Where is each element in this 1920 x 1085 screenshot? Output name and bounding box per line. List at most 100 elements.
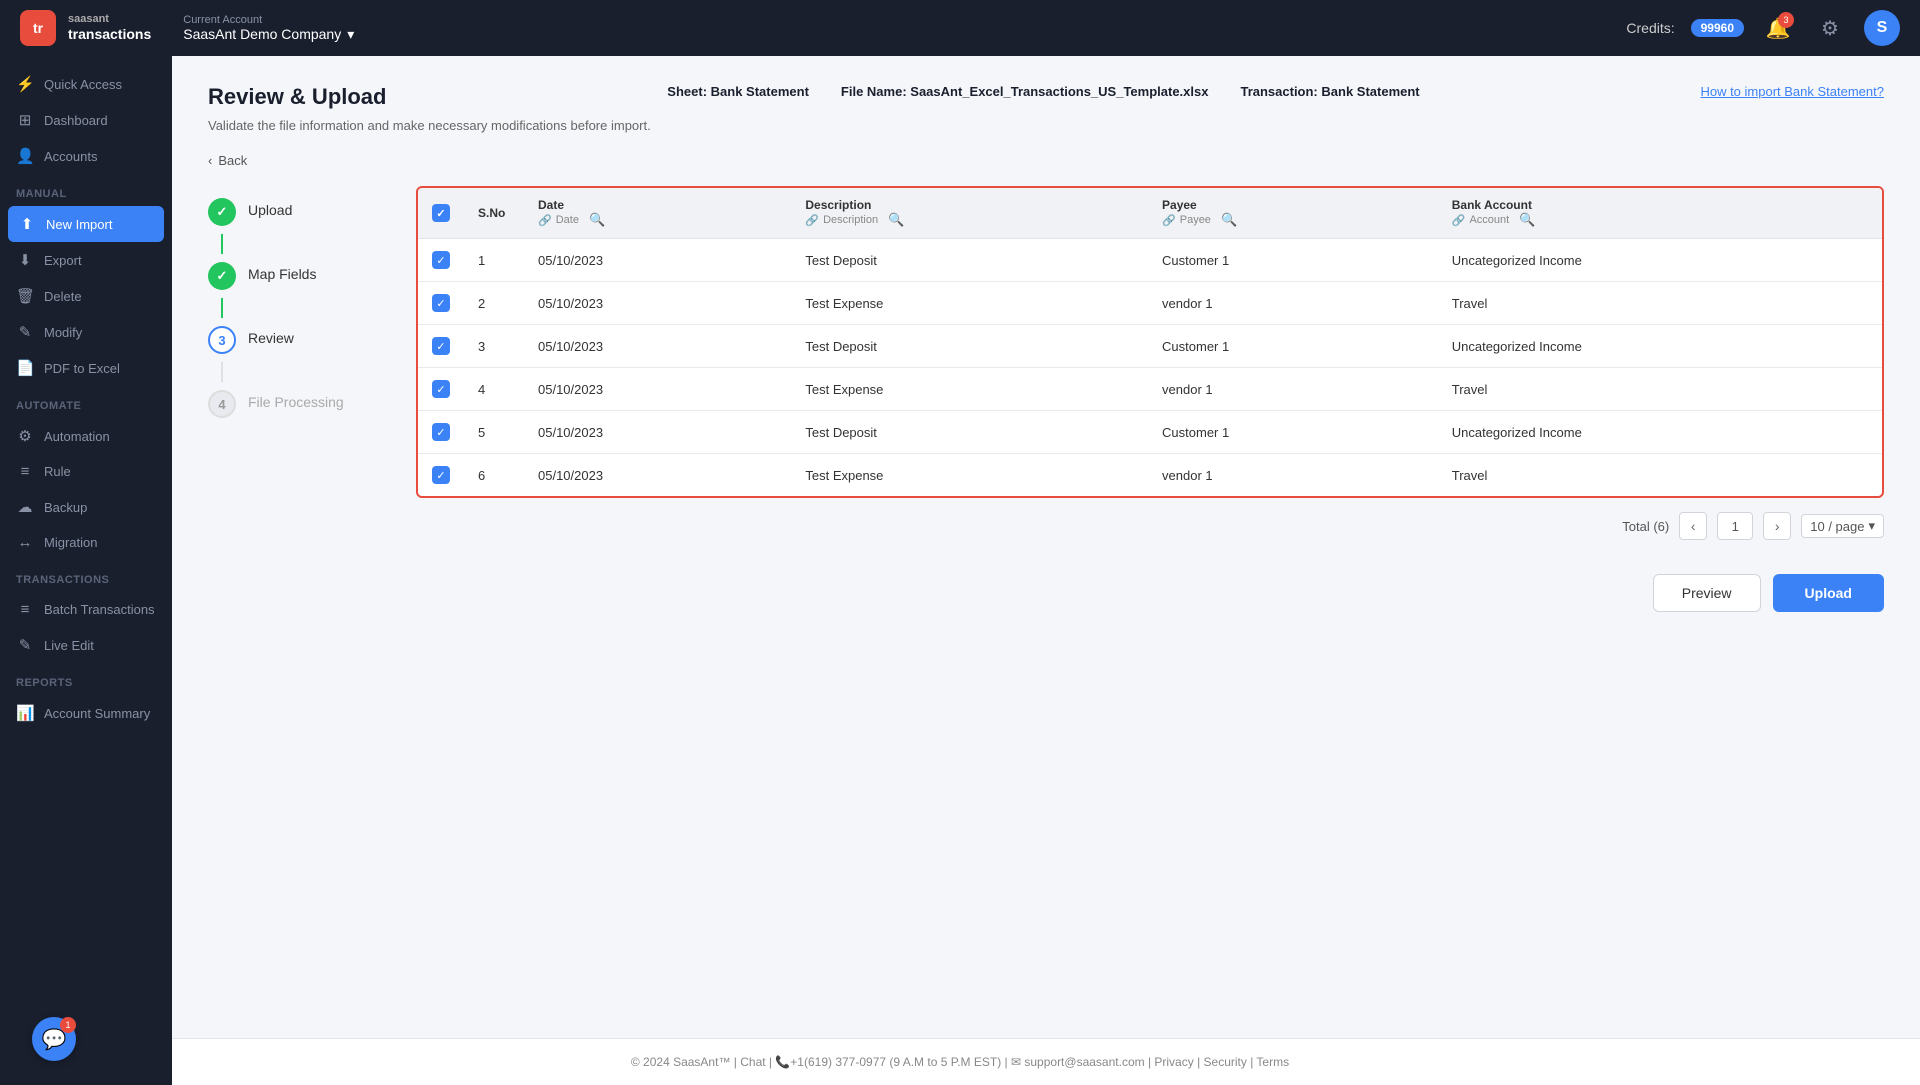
step-circle-map: ✓ (208, 262, 236, 290)
row-bank-account: Uncategorized Income (1438, 325, 1882, 368)
backup-icon: ☁ (16, 498, 34, 516)
sidebar-item-new-import[interactable]: ⬆ New Import (8, 206, 164, 242)
row-date: 05/10/2023 (524, 454, 791, 497)
row-checkbox[interactable]: ✓ (432, 337, 450, 355)
sidebar-item-label: Rule (44, 464, 71, 479)
app-name: saasant transactions (68, 13, 151, 43)
sheet-value: Bank Statement (711, 84, 809, 99)
row-date: 05/10/2023 (524, 368, 791, 411)
row-checkbox[interactable]: ✓ (432, 466, 450, 484)
sidebar-item-accounts[interactable]: 👤 Accounts (0, 138, 172, 174)
sidebar-item-batch-transactions[interactable]: ≡ Batch Transactions (0, 592, 172, 627)
next-page-button[interactable]: › (1763, 512, 1791, 540)
footer-text: © 2024 SaasAnt™ | Chat | 📞+1(619) 377-09… (631, 1055, 1289, 1069)
sidebar-item-quick-access[interactable]: ⚡ Quick Access (0, 66, 172, 102)
per-page-select[interactable]: 10 / page ▾ (1801, 514, 1884, 538)
chevron-down-icon: ▾ (347, 26, 354, 43)
row-description: Test Deposit (791, 325, 1148, 368)
row-description: Test Expense (791, 368, 1148, 411)
select-all-checkbox[interactable]: ✓ (432, 204, 450, 222)
row-checkbox[interactable]: ✓ (432, 251, 450, 269)
sidebar-item-label: New Import (46, 217, 112, 232)
sidebar-item-delete[interactable]: 🗑 Delete (0, 278, 172, 314)
logo: tr (20, 10, 56, 46)
row-payee: vendor 1 (1148, 368, 1438, 411)
back-label: Back (218, 153, 247, 168)
table-row: ✓ 2 05/10/2023 Test Expense vendor 1 Tra… (418, 282, 1882, 325)
notifications-button[interactable]: 🔔 3 (1760, 10, 1796, 46)
new-import-icon: ⬆ (18, 215, 36, 233)
batch-icon: ≡ (16, 601, 34, 618)
step-connector-1 (221, 234, 223, 254)
sidebar-item-label: Quick Access (44, 77, 122, 92)
row-checkbox[interactable]: ✓ (432, 294, 450, 312)
avatar[interactable]: S (1864, 10, 1900, 46)
row-sno: 4 (464, 368, 524, 411)
review-layout: ✓ Upload ✓ Map Fields 3 Review (208, 186, 1884, 612)
step-label-review: Review (248, 326, 294, 346)
back-button[interactable]: ‹ Back (208, 153, 247, 168)
chat-bubble[interactable]: 💬 1 (32, 1017, 76, 1061)
row-bank-account: Travel (1438, 368, 1882, 411)
row-date: 05/10/2023 (524, 239, 791, 282)
step-label-map: Map Fields (248, 262, 316, 282)
row-checkbox-cell: ✓ (418, 411, 464, 454)
sidebar-item-rule[interactable]: ≡ Rule (0, 454, 172, 489)
table-row: ✓ 3 05/10/2023 Test Deposit Customer 1 U… (418, 325, 1882, 368)
filename-info: File Name: SaasAnt_Excel_Transactions_US… (841, 84, 1209, 99)
live-edit-icon: ✎ (16, 636, 34, 654)
page-title: Review & Upload (208, 84, 386, 110)
prev-page-button[interactable]: ‹ (1679, 512, 1707, 540)
link-icon-desc: 🔗 (805, 214, 819, 227)
sidebar-item-label: Accounts (44, 149, 97, 164)
how-to-link[interactable]: How to import Bank Statement? (1700, 84, 1884, 99)
header-sno: S.No (464, 188, 524, 239)
sidebar-item-account-summary[interactable]: 📊 Account Summary (0, 695, 172, 731)
step-circle-review: 3 (208, 326, 236, 354)
sidebar-item-export[interactable]: ⬇ Export (0, 242, 172, 278)
sidebar-item-dashboard[interactable]: ⊞ Dashboard (0, 102, 172, 138)
sidebar-item-backup[interactable]: ☁ Backup (0, 489, 172, 525)
payee-search-icon[interactable]: 🔍 (1221, 212, 1237, 228)
sidebar-item-migration[interactable]: ↔ Migration (0, 525, 172, 560)
table-container: ✓ S.No Date 🔗 Date 🔍 (416, 186, 1884, 498)
row-bank-account: Travel (1438, 454, 1882, 497)
header-payee: Payee 🔗 Payee 🔍 (1148, 188, 1438, 239)
filename-value: SaasAnt_Excel_Transactions_US_Template.x… (910, 84, 1208, 99)
row-sno: 5 (464, 411, 524, 454)
transaction-info: Transaction: Bank Statement (1240, 84, 1419, 99)
row-checkbox[interactable]: ✓ (432, 423, 450, 441)
step-label-file: File Processing (248, 390, 344, 410)
sidebar-item-modify[interactable]: ✎ Modify (0, 314, 172, 350)
bank-sub: 🔗 Account 🔍 (1452, 212, 1868, 228)
sidebar-item-label: Live Edit (44, 638, 94, 653)
account-selector: Current Account SaasAnt Demo Company ▾ (183, 14, 354, 43)
row-payee: vendor 1 (1148, 282, 1438, 325)
row-description: Test Expense (791, 282, 1148, 325)
delete-icon: 🗑 (16, 287, 34, 305)
row-date: 05/10/2023 (524, 411, 791, 454)
preview-button[interactable]: Preview (1653, 574, 1761, 612)
chat-notif: 1 (60, 1017, 76, 1033)
payee-sub: 🔗 Payee 🔍 (1162, 212, 1424, 228)
notif-badge: 3 (1778, 12, 1794, 28)
account-name-dropdown[interactable]: SaasAnt Demo Company ▾ (183, 26, 354, 43)
bank-search-icon[interactable]: 🔍 (1519, 212, 1535, 228)
settings-button[interactable]: ⚙ (1812, 10, 1848, 46)
content-wrapper: ⚡ Quick Access ⊞ Dashboard 👤 Accounts MA… (0, 56, 1920, 1038)
upload-button[interactable]: Upload (1773, 574, 1884, 612)
data-table: ✓ S.No Date 🔗 Date 🔍 (418, 188, 1882, 496)
sidebar-item-pdf-to-excel[interactable]: 📄 PDF to Excel (0, 350, 172, 386)
link-icon-date: 🔗 (538, 214, 552, 227)
date-search-icon[interactable]: 🔍 (589, 212, 605, 228)
page-header: Review & Upload Sheet: Bank Statement Fi… (208, 84, 1884, 110)
sidebar-item-automation[interactable]: ⚙ Automation (0, 418, 172, 454)
back-arrow-icon: ‹ (208, 153, 212, 168)
header-row: ✓ S.No Date 🔗 Date 🔍 (418, 188, 1882, 239)
header-bank-account: Bank Account 🔗 Account 🔍 (1438, 188, 1882, 239)
row-checkbox-cell: ✓ (418, 325, 464, 368)
sidebar-item-live-edit[interactable]: ✎ Live Edit (0, 627, 172, 663)
topnav-right: Credits: 99960 🔔 3 ⚙ S (1626, 10, 1900, 46)
row-checkbox[interactable]: ✓ (432, 380, 450, 398)
desc-search-icon[interactable]: 🔍 (888, 212, 904, 228)
